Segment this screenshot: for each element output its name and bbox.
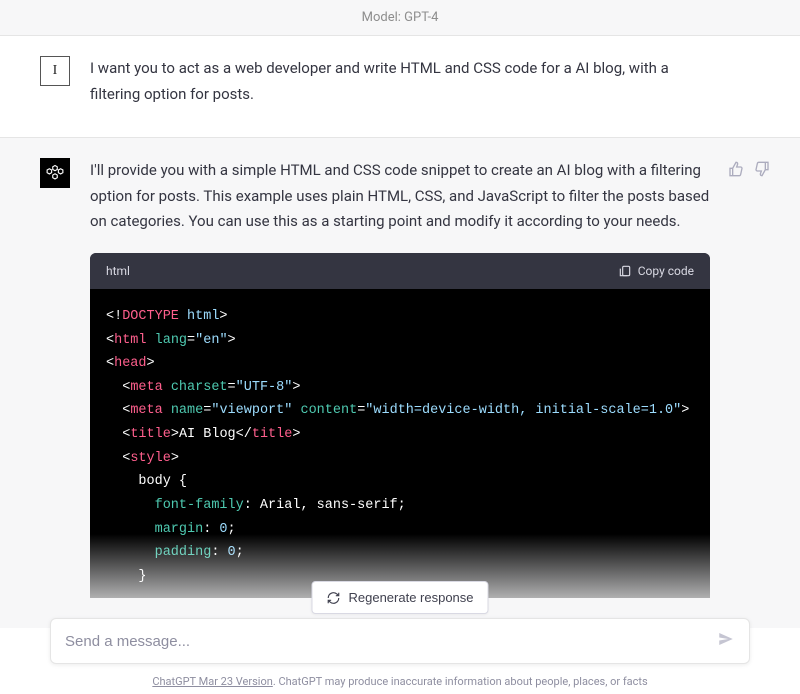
version-link[interactable]: ChatGPT Mar 23 Version [152,675,272,688]
copy-code-button[interactable]: Copy code [618,261,694,281]
model-header: Model: GPT-4 [0,0,800,36]
send-button[interactable] [717,630,735,652]
user-message-text: I want you to act as a web developer and… [90,56,760,107]
model-label: Model: GPT-4 [362,10,439,25]
code-header: html Copy code [90,253,710,289]
message-input-container [50,618,750,664]
code-block: html Copy code <!DOCTYPE html> <html lan… [90,253,710,599]
thumbs-down-icon[interactable] [754,158,770,185]
refresh-icon [326,591,340,605]
code-language-label: html [106,261,130,281]
copy-code-label: Copy code [638,261,694,281]
message-input[interactable] [65,633,717,650]
clipboard-icon [618,264,632,278]
regenerate-button[interactable]: Regenerate response [311,581,488,614]
user-message: I I want you to act as a web developer a… [0,36,800,138]
openai-logo-icon [46,164,64,182]
disclaimer-text: . ChatGPT may produce inaccurate informa… [273,675,648,688]
assistant-avatar [40,158,70,188]
assistant-message-text: I'll provide you with a simple HTML and … [90,158,710,235]
footer-disclaimer: ChatGPT Mar 23 Version. ChatGPT may prod… [0,675,800,688]
thumbs-up-icon[interactable] [728,158,744,185]
regenerate-label: Regenerate response [348,590,473,605]
code-content: <!DOCTYPE html> <html lang="en"> <head> … [90,289,710,599]
send-icon [717,630,735,648]
user-avatar: I [40,56,70,86]
feedback-controls [728,158,770,185]
assistant-message: I'll provide you with a simple HTML and … [0,138,800,628]
